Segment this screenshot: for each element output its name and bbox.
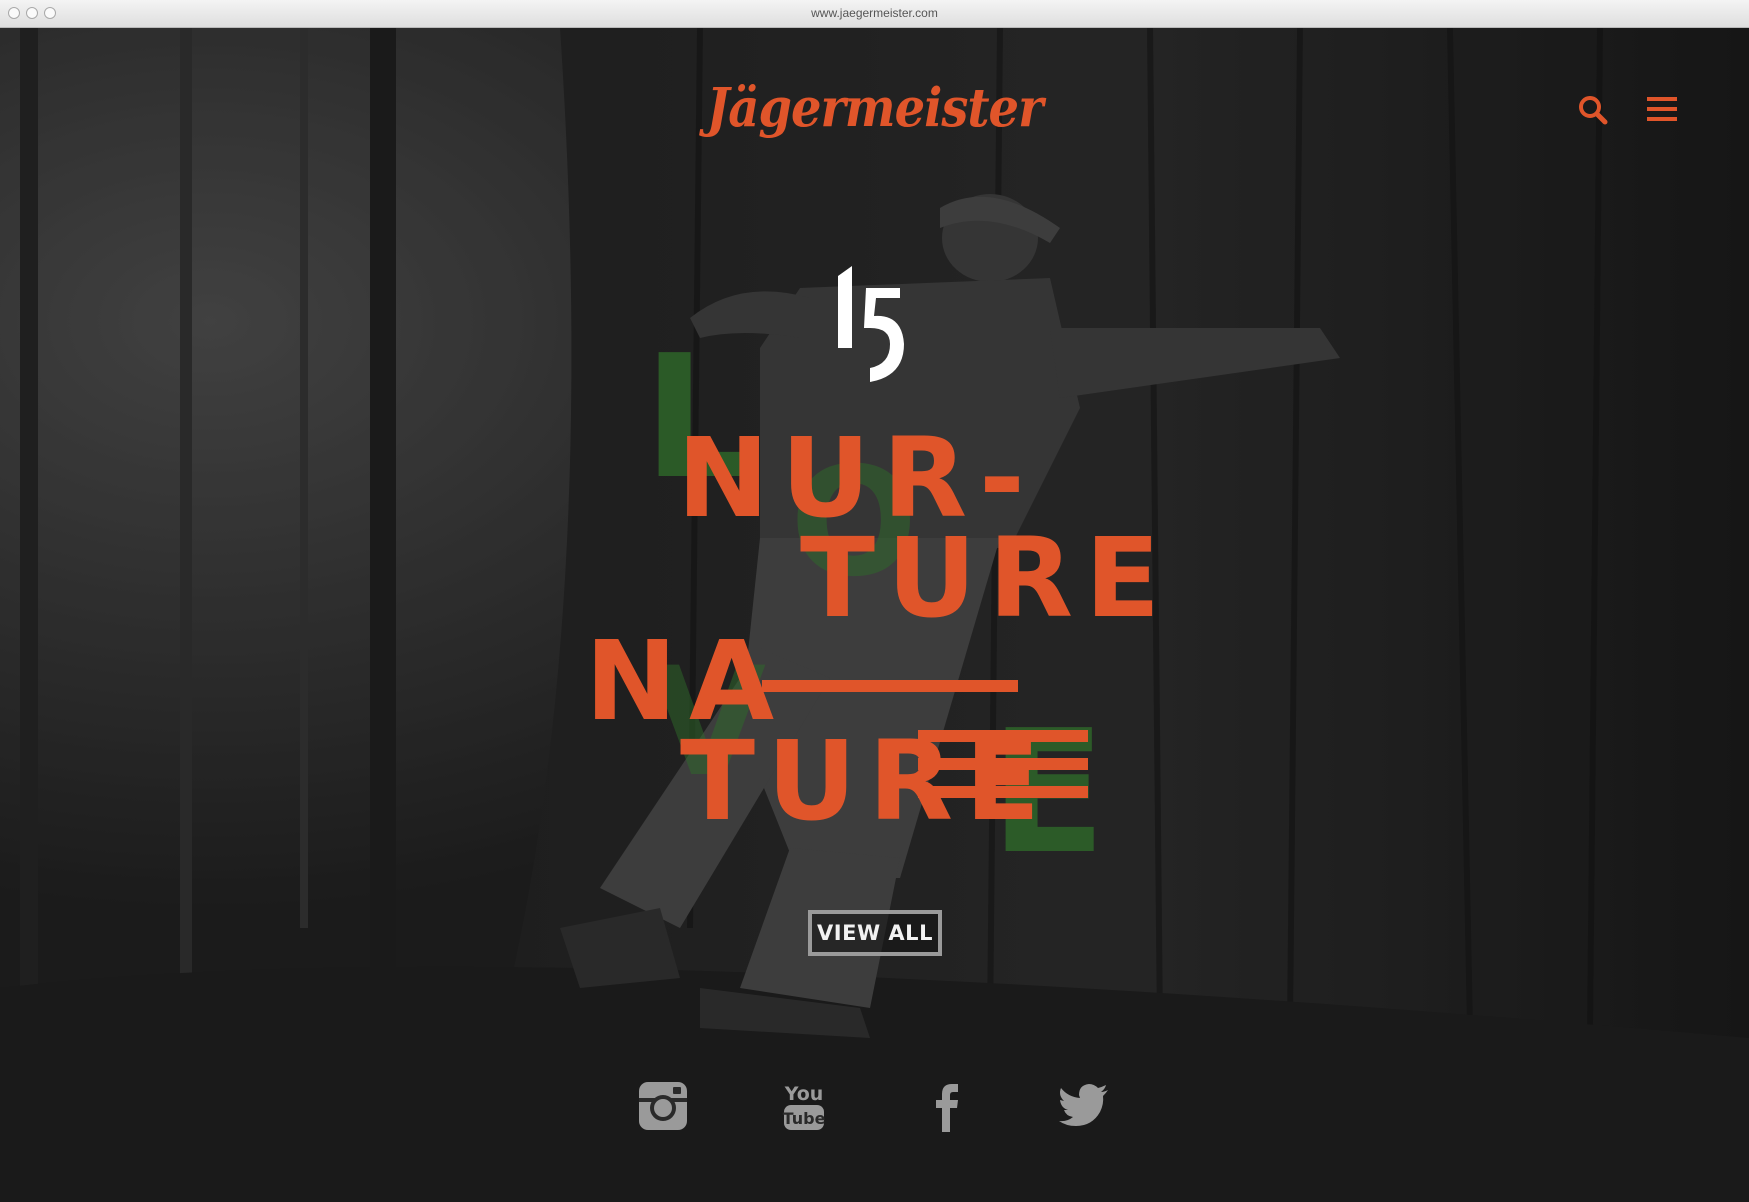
- youtube-icon[interactable]: You Tube: [776, 1078, 832, 1134]
- svg-text:Tube: Tube: [783, 1109, 826, 1128]
- browser-titlebar: www.jaegermeister.com: [0, 0, 1749, 28]
- headline-rule: [762, 680, 1018, 692]
- address-bar-url[interactable]: www.jaegermeister.com: [0, 6, 1749, 20]
- svg-text:You: You: [784, 1083, 824, 1105]
- facebook-icon[interactable]: [918, 1078, 974, 1134]
- brand-logo[interactable]: Jägermeister: [0, 77, 1749, 140]
- search-icon[interactable]: [1571, 88, 1615, 132]
- browser-window: www.jaegermeister.com Jägermeister L O V…: [0, 0, 1749, 1202]
- headline-line-4: TURE: [680, 717, 1053, 845]
- view-all-button[interactable]: VIEW ALL: [808, 910, 942, 956]
- headline-line-2: TURE: [800, 514, 1173, 642]
- headline-e-bar-top: [918, 730, 1088, 742]
- page-viewport: Jägermeister 15 L O V E NUR- TURE NA TUR…: [0, 28, 1749, 1202]
- instagram-icon[interactable]: [635, 1078, 691, 1134]
- hamburger-menu-icon[interactable]: [1640, 88, 1684, 132]
- hero-number-15: [838, 266, 904, 382]
- headline-e-bar-bottom: [918, 786, 1088, 798]
- twitter-icon[interactable]: [1058, 1078, 1114, 1134]
- headline-e-bar-middle: [918, 758, 1088, 770]
